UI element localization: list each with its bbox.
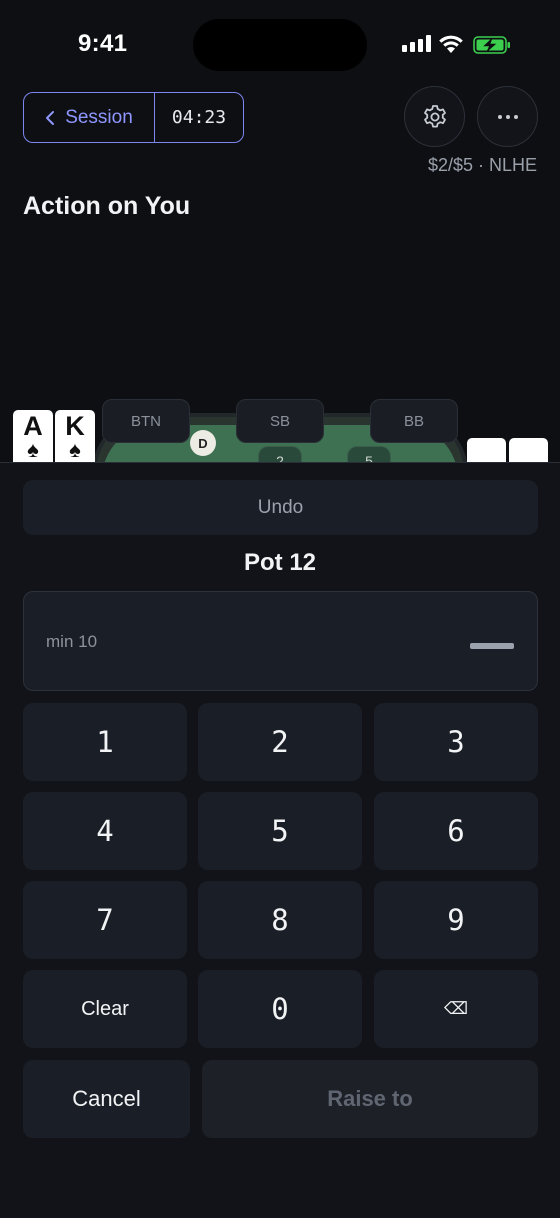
raise-to-button[interactable]: Raise to (202, 1060, 538, 1138)
seat-btn[interactable]: BTN (102, 399, 190, 443)
hero-card: K ♠ (55, 410, 95, 462)
card-suit: ♠ (69, 437, 81, 462)
more-horizontal-icon (497, 114, 518, 119)
seat-sb[interactable]: SB (236, 399, 324, 443)
bet-amount-field[interactable]: min 10 (23, 591, 538, 691)
keypad-clear-button[interactable]: Clear (23, 970, 187, 1048)
gear-icon (423, 104, 446, 127)
chevron-left-icon (46, 110, 55, 125)
card-rank: A (23, 411, 43, 441)
amount-placeholder: min 10 (46, 632, 98, 651)
hero-card: A ♠ (13, 410, 53, 462)
wifi-icon (439, 35, 463, 53)
keypad-key-6[interactable]: 6 (374, 792, 538, 870)
keypad-key-0[interactable]: 0 (198, 970, 362, 1048)
keypad-key-4[interactable]: 4 (23, 792, 187, 870)
pot-total: Pot 12 (243, 549, 317, 576)
battery-charging-icon (473, 36, 510, 54)
seat-bb[interactable]: BB (370, 399, 458, 443)
keypad-key-9[interactable]: 9 (374, 881, 538, 959)
stakes-label: $2/$5 · NLHE (427, 155, 537, 175)
keypad-key-5[interactable]: 5 (198, 792, 362, 870)
session-timer: 04:23 (171, 107, 227, 128)
keypad-key-8[interactable]: 8 (198, 881, 362, 959)
keypad-key-3[interactable]: 3 (374, 703, 538, 781)
settings-button[interactable] (404, 86, 465, 147)
back-label: Session (65, 106, 133, 128)
poker-table: BTN SB BB 2 5 D A ♠ K ♠ (0, 380, 560, 462)
input-cursor (470, 643, 514, 649)
keypad-key-7[interactable]: 7 (23, 881, 187, 959)
dynamic-island (193, 19, 367, 71)
opponent-card-back (509, 438, 548, 462)
keypad-key-2[interactable]: 2 (198, 703, 362, 781)
page-title: Action on You (23, 192, 191, 220)
opponent-card-back (467, 438, 506, 462)
more-options-button[interactable] (477, 86, 538, 147)
backspace-icon[interactable]: ⌫ (374, 970, 538, 1048)
back-to-session-button[interactable]: Session (24, 93, 155, 142)
bet-entry-sheet: Undo Pot 12 min 10 1 2 3 4 5 6 7 8 9 Cle… (0, 463, 560, 1218)
bet-chip-bb: 5 (347, 446, 391, 462)
card-suit: ♠ (27, 437, 39, 462)
dealer-button: D (190, 430, 216, 456)
cellular-signal-icon (402, 35, 431, 52)
bet-chip-sb: 2 (258, 446, 302, 462)
status-time: 9:41 (78, 30, 128, 57)
session-header-group: Session 04:23 (23, 92, 244, 143)
cancel-button[interactable]: Cancel (23, 1060, 190, 1138)
card-rank: K (65, 411, 85, 441)
keypad-key-1[interactable]: 1 (23, 703, 187, 781)
undo-button[interactable]: Undo (23, 480, 538, 535)
